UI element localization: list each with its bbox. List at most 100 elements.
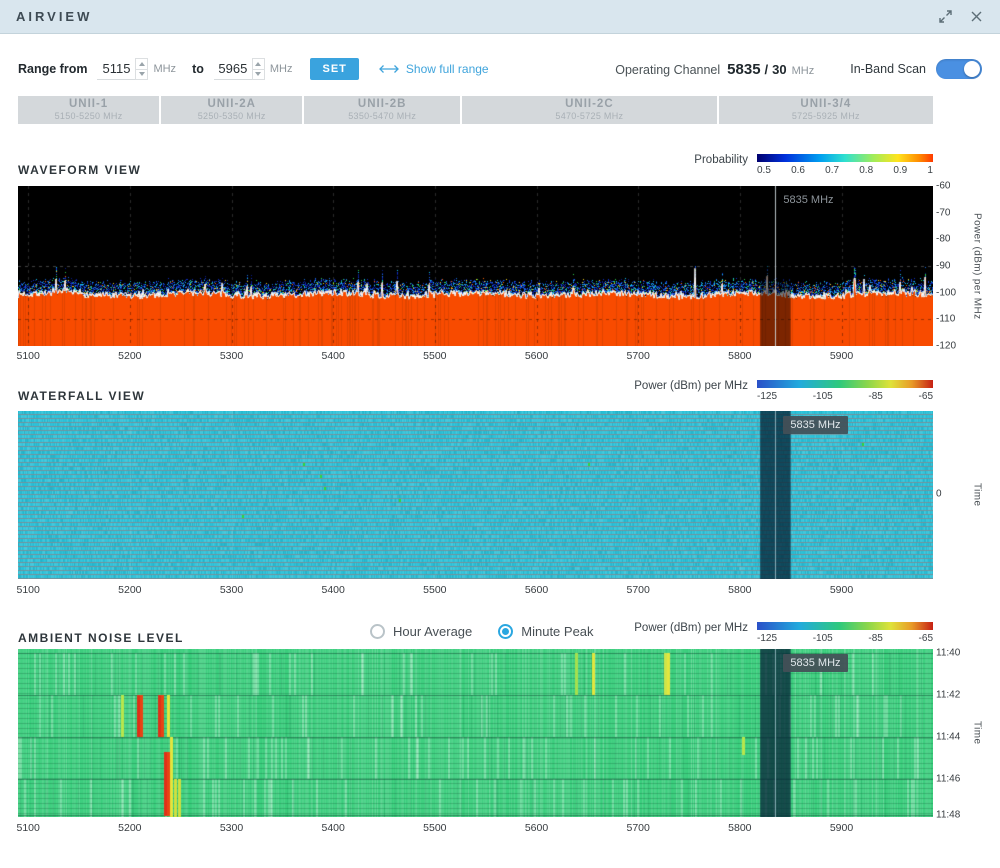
range-from-stepper[interactable] xyxy=(135,58,148,80)
expand-icon[interactable] xyxy=(937,9,953,25)
x-tick-label: 5400 xyxy=(321,584,344,596)
range-to-input[interactable] xyxy=(214,58,252,80)
band-unii-2b: UNII-2B5350-5470 MHz xyxy=(304,96,460,124)
band-range: 5250-5350 MHz xyxy=(198,111,266,121)
waterfall-legend-ticks: -125-105-85-65 xyxy=(757,391,933,402)
legend-tick-label: 0.6 xyxy=(791,165,805,176)
operating-channel-separator: / xyxy=(765,62,769,77)
legend-tick-label: -65 xyxy=(919,633,933,644)
ambient-chart: 5835 MHz xyxy=(18,649,933,817)
waterfall-section-header: WATERFALL VIEW Power (dBm) per MHz -125-… xyxy=(18,376,933,406)
y-tick-label: -80 xyxy=(936,234,950,245)
x-tick-label: 5500 xyxy=(423,584,446,596)
probability-gradient-bar xyxy=(757,154,933,162)
operating-channel-unit: MHz xyxy=(792,65,815,77)
x-tick-label: 5100 xyxy=(16,584,39,596)
waveform-chart: 5835 MHz xyxy=(18,186,933,346)
operating-channel: Operating Channel 5835 / 30 MHz xyxy=(615,61,814,78)
x-tick-label: 5300 xyxy=(220,584,243,596)
titlebar-actions xyxy=(937,9,984,25)
close-icon[interactable] xyxy=(968,9,984,25)
waveform-spectrum-canvas[interactable] xyxy=(18,186,933,346)
x-tick-label: 5900 xyxy=(830,350,853,362)
ambient-y-axis-title: Time xyxy=(970,649,984,817)
x-tick-label: 5200 xyxy=(118,350,141,362)
legend-tick-label: 0.8 xyxy=(859,165,873,176)
band-name: UNII-2C xyxy=(565,98,614,111)
minute-peak-label: Minute Peak xyxy=(521,624,593,639)
y-tick-label: 11:42 xyxy=(936,690,960,701)
titlebar: AIRVIEW xyxy=(0,0,1000,34)
y-tick-label: -120 xyxy=(936,341,956,352)
band-name: UNII-2B xyxy=(358,98,407,111)
radio-icon xyxy=(370,624,385,639)
ambient-noise-canvas[interactable] xyxy=(18,649,933,817)
ambient-time-axis: 11:4011:4211:4411:4611:48 xyxy=(936,649,968,817)
toggle-knob xyxy=(964,61,980,77)
ambient-marker-label: 5835 MHz xyxy=(783,654,847,672)
waterfall-time-axis: 0 xyxy=(936,411,968,579)
band-name: UNII-2A xyxy=(207,98,256,111)
power-gradient-bar xyxy=(757,622,933,630)
minute-peak-radio[interactable]: Minute Peak xyxy=(498,624,593,639)
range-to-unit: MHz xyxy=(270,63,293,75)
legend-tick-label: -105 xyxy=(813,633,833,644)
legend-tick-label: -85 xyxy=(868,391,882,402)
range-from-unit: MHz xyxy=(153,63,176,75)
range-from-field xyxy=(97,58,148,80)
legend-tick-label: -125 xyxy=(757,391,777,402)
waterfall-chart: 5835 MHz xyxy=(18,411,933,579)
set-button[interactable]: SET xyxy=(310,58,358,80)
waterfall-x-axis: 510052005300540055005600570058005900 xyxy=(18,584,933,598)
range-from-input[interactable] xyxy=(97,58,135,80)
window-title: AIRVIEW xyxy=(16,9,92,24)
power-gradient-bar xyxy=(757,380,933,388)
y-tick-label: 11:48 xyxy=(936,810,960,821)
ambient-section-header: AMBIENT NOISE LEVEL Hour Average Minute … xyxy=(18,618,933,648)
band-unii-1: UNII-15150-5250 MHz xyxy=(18,96,159,124)
y-tick-label: -70 xyxy=(936,207,950,218)
band-range: 5350-5470 MHz xyxy=(348,111,416,121)
ambient-legend-label: Power (dBm) per MHz xyxy=(634,622,748,644)
controls-bar: Range from MHz to MHz SET Show full rang… xyxy=(18,50,982,88)
waterfall-y-axis-title: Time xyxy=(970,411,984,579)
band-name: UNII-1 xyxy=(69,98,108,111)
x-tick-label: 5600 xyxy=(525,584,548,596)
x-tick-label: 5900 xyxy=(830,584,853,596)
hour-average-label: Hour Average xyxy=(393,624,472,639)
x-tick-label: 5900 xyxy=(830,822,853,834)
y-tick-label: -100 xyxy=(936,287,956,298)
ambient-x-axis: 510052005300540055005600570058005900 xyxy=(18,822,933,836)
x-tick-label: 5200 xyxy=(118,822,141,834)
in-band-scan-toggle[interactable] xyxy=(936,59,982,79)
hour-average-radio[interactable]: Hour Average xyxy=(370,624,472,639)
x-tick-label: 5800 xyxy=(728,350,751,362)
in-band-scan: In-Band Scan xyxy=(850,59,982,79)
x-tick-label: 5400 xyxy=(321,350,344,362)
legend-tick-label: 0.9 xyxy=(893,165,907,176)
waveform-y-axis-title: Power (dBm) per MHz xyxy=(970,186,984,346)
y-tick-label: -90 xyxy=(936,261,950,272)
in-band-scan-label: In-Band Scan xyxy=(850,62,926,76)
y-tick-label: -60 xyxy=(936,181,950,192)
x-tick-label: 5200 xyxy=(118,584,141,596)
airview-window: AIRVIEW Range from MHz to MHz SET xyxy=(0,0,1000,868)
range-to-stepper[interactable] xyxy=(252,58,265,80)
band-name: UNII-3/4 xyxy=(800,98,851,111)
legend-tick-label: -105 xyxy=(813,391,833,402)
waterfall-canvas[interactable] xyxy=(18,411,933,579)
band-range: 5725-5925 MHz xyxy=(792,111,860,121)
x-tick-label: 5800 xyxy=(728,584,751,596)
y-tick-label: 11:40 xyxy=(936,648,960,659)
ambient-title: AMBIENT NOISE LEVEL xyxy=(18,631,184,645)
y-tick-label: 11:46 xyxy=(936,774,960,785)
legend-tick-label: 1 xyxy=(927,165,933,176)
show-full-range-link[interactable]: Show full range xyxy=(379,62,489,76)
ambient-power-legend: Power (dBm) per MHz -125-105-85-65 xyxy=(634,622,933,644)
x-tick-label: 5600 xyxy=(525,822,548,834)
y-tick-label: -110 xyxy=(936,314,955,325)
x-tick-label: 5100 xyxy=(16,822,39,834)
waveform-y-axis: -60-70-80-90-100-110-120 xyxy=(936,186,968,346)
waveform-title: WAVEFORM VIEW xyxy=(18,163,141,177)
radio-icon xyxy=(498,624,513,639)
